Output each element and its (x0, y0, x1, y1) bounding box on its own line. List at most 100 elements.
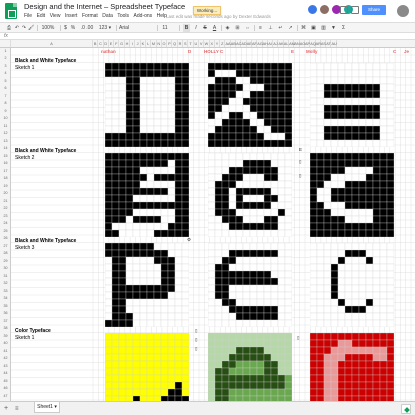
comments-icon[interactable] (340, 6, 348, 14)
menu-edit[interactable]: Edit (37, 13, 46, 21)
glyph-sketch-1-1[interactable] (105, 63, 189, 147)
wrap-icon[interactable]: ↵ (277, 24, 284, 32)
menu-file[interactable]: File (24, 13, 32, 21)
glyph-sketch-4-3[interactable] (310, 333, 394, 401)
glyph-sketch-2-3[interactable] (310, 153, 394, 237)
header-extra-cell[interactable]: Je (404, 49, 409, 54)
borders-icon[interactable]: ⊞ (234, 24, 241, 32)
percent-format-button[interactable]: % (70, 24, 76, 32)
explore-icon[interactable] (401, 404, 411, 414)
row-header-6[interactable]: 6 (0, 85, 10, 93)
row-header-13[interactable]: 13 (0, 138, 10, 146)
header-letter-cell[interactable]: E (291, 49, 294, 54)
row-header-3[interactable]: 3 (0, 63, 10, 71)
share-button[interactable]: Share (362, 5, 386, 15)
font-select[interactable]: Arial (119, 24, 147, 32)
zoom-select[interactable]: 100% (40, 24, 56, 32)
column-header-a[interactable]: A (11, 40, 93, 47)
row-header-21[interactable]: 21 (0, 198, 10, 206)
sheet-tab-arrow[interactable]: ▾ (54, 404, 57, 410)
document-title[interactable]: Design and the Internet – Spreadsheet Ty… (24, 2, 185, 11)
strikethrough-button[interactable]: S (202, 24, 208, 32)
header-name-cell[interactable]: Molly (306, 49, 318, 54)
row-header-8[interactable]: 8 (0, 100, 10, 108)
valign-icon[interactable]: ⊥ (267, 24, 274, 32)
header-name-cell[interactable]: nathan (101, 49, 116, 54)
merge-icon[interactable]: ⇔ (244, 24, 251, 32)
sheet-tab[interactable]: Sheet1 ▾ (34, 402, 60, 413)
currency-format-button[interactable]: $ (63, 24, 68, 32)
glyph-sketch-3-1[interactable] (105, 243, 189, 327)
link-icon[interactable]: ⌘ (300, 24, 307, 32)
row-header-33[interactable]: 33 (0, 288, 10, 296)
row-header-16[interactable]: 16 (0, 160, 10, 168)
glyph-sketch-1-2[interactable] (208, 63, 292, 147)
row-header-11[interactable]: 11 (0, 123, 10, 131)
glyph-sketch-3-2[interactable] (208, 243, 292, 327)
row-header-31[interactable]: 31 (0, 273, 10, 281)
select-all-corner[interactable] (0, 40, 11, 47)
fill-color-icon[interactable]: ◈ (224, 24, 231, 32)
row-header-44[interactable]: 44 (0, 370, 10, 378)
chart-icon[interactable]: ▥ (320, 24, 327, 32)
row-header-15[interactable]: 15 (0, 153, 10, 161)
sheets-logo-icon[interactable] (5, 3, 17, 19)
all-sheets-button[interactable]: ≡ (15, 405, 19, 413)
row-header-47[interactable]: 47 (0, 393, 10, 401)
row-header-37[interactable]: 37 (0, 318, 10, 326)
row-header-30[interactable]: 30 (0, 265, 10, 273)
paint-format-icon[interactable]: 🖌 (28, 24, 34, 32)
row-header-27[interactable]: 27 (0, 243, 10, 251)
collaborator-avatar[interactable] (319, 4, 330, 15)
row-header-28[interactable]: 28 (0, 250, 10, 258)
row-header-1[interactable]: 1 (0, 48, 10, 55)
row-header-18[interactable]: 18 (0, 175, 10, 183)
row-header-9[interactable]: 9 (0, 108, 10, 116)
row-header-40[interactable]: 40 (0, 340, 10, 348)
decimal-buttons[interactable]: .0 .00 (78, 24, 96, 32)
menu-view[interactable]: View (50, 13, 61, 21)
bold-button[interactable]: B (183, 24, 190, 32)
row-header-38[interactable]: 38 (0, 325, 10, 333)
italic-button[interactable]: I (193, 24, 199, 32)
row-header-26[interactable]: 26 (0, 235, 10, 243)
row-header-10[interactable]: 10 (0, 115, 10, 123)
row-header-35[interactable]: 35 (0, 303, 10, 311)
text-color-button[interactable]: A (211, 24, 218, 32)
menu-format[interactable]: Format (82, 13, 98, 21)
row-header-32[interactable]: 32 (0, 280, 10, 288)
glyph-sketch-3-3[interactable] (310, 243, 394, 327)
row-header-43[interactable]: 43 (0, 363, 10, 371)
glyph-sketch-2-2[interactable] (208, 153, 292, 237)
comment-icon[interactable]: ▣ (310, 24, 317, 32)
row-header-19[interactable]: 19 (0, 183, 10, 191)
row-header-17[interactable]: 17 (0, 168, 10, 176)
row-header-25[interactable]: 25 (0, 228, 10, 236)
row-header-23[interactable]: 23 (0, 213, 10, 221)
column-header-au[interactable]: AU (332, 40, 337, 47)
row-header-46[interactable]: 46 (0, 385, 10, 393)
align-icon[interactable]: ≡ (257, 24, 264, 32)
add-sheet-button[interactable]: + (4, 405, 8, 413)
print-icon[interactable]: ⎙ (6, 24, 12, 32)
row-header-12[interactable]: 12 (0, 130, 10, 138)
undo-icon[interactable]: ↶ (14, 24, 20, 32)
header-letter-cell[interactable]: D (188, 49, 191, 54)
glyph-sketch-4-2[interactable] (208, 333, 292, 401)
rotate-icon[interactable]: ↗ (287, 24, 294, 32)
glyph-sketch-4-1[interactable] (105, 333, 189, 401)
redo-icon[interactable]: ↷ (21, 24, 27, 32)
row-header-20[interactable]: 20 (0, 190, 10, 198)
menu-addons[interactable]: Add-ons (134, 13, 153, 21)
row-header-42[interactable]: 42 (0, 355, 10, 363)
glyph-sketch-1-3[interactable] (310, 63, 394, 147)
row-header-24[interactable]: 24 (0, 220, 10, 228)
account-avatar[interactable] (397, 5, 409, 17)
row-header-45[interactable]: 45 (0, 378, 10, 386)
filter-icon[interactable]: ▼ (330, 24, 337, 32)
row-header-2[interactable]: 2 (0, 55, 10, 63)
present-icon[interactable] (351, 6, 359, 14)
row-header-29[interactable]: 29 (0, 258, 10, 266)
cells-area[interactable]: nathan D HOLLY C E Molly C Je Black and White … (11, 48, 415, 401)
menu-insert[interactable]: Insert (65, 13, 78, 21)
